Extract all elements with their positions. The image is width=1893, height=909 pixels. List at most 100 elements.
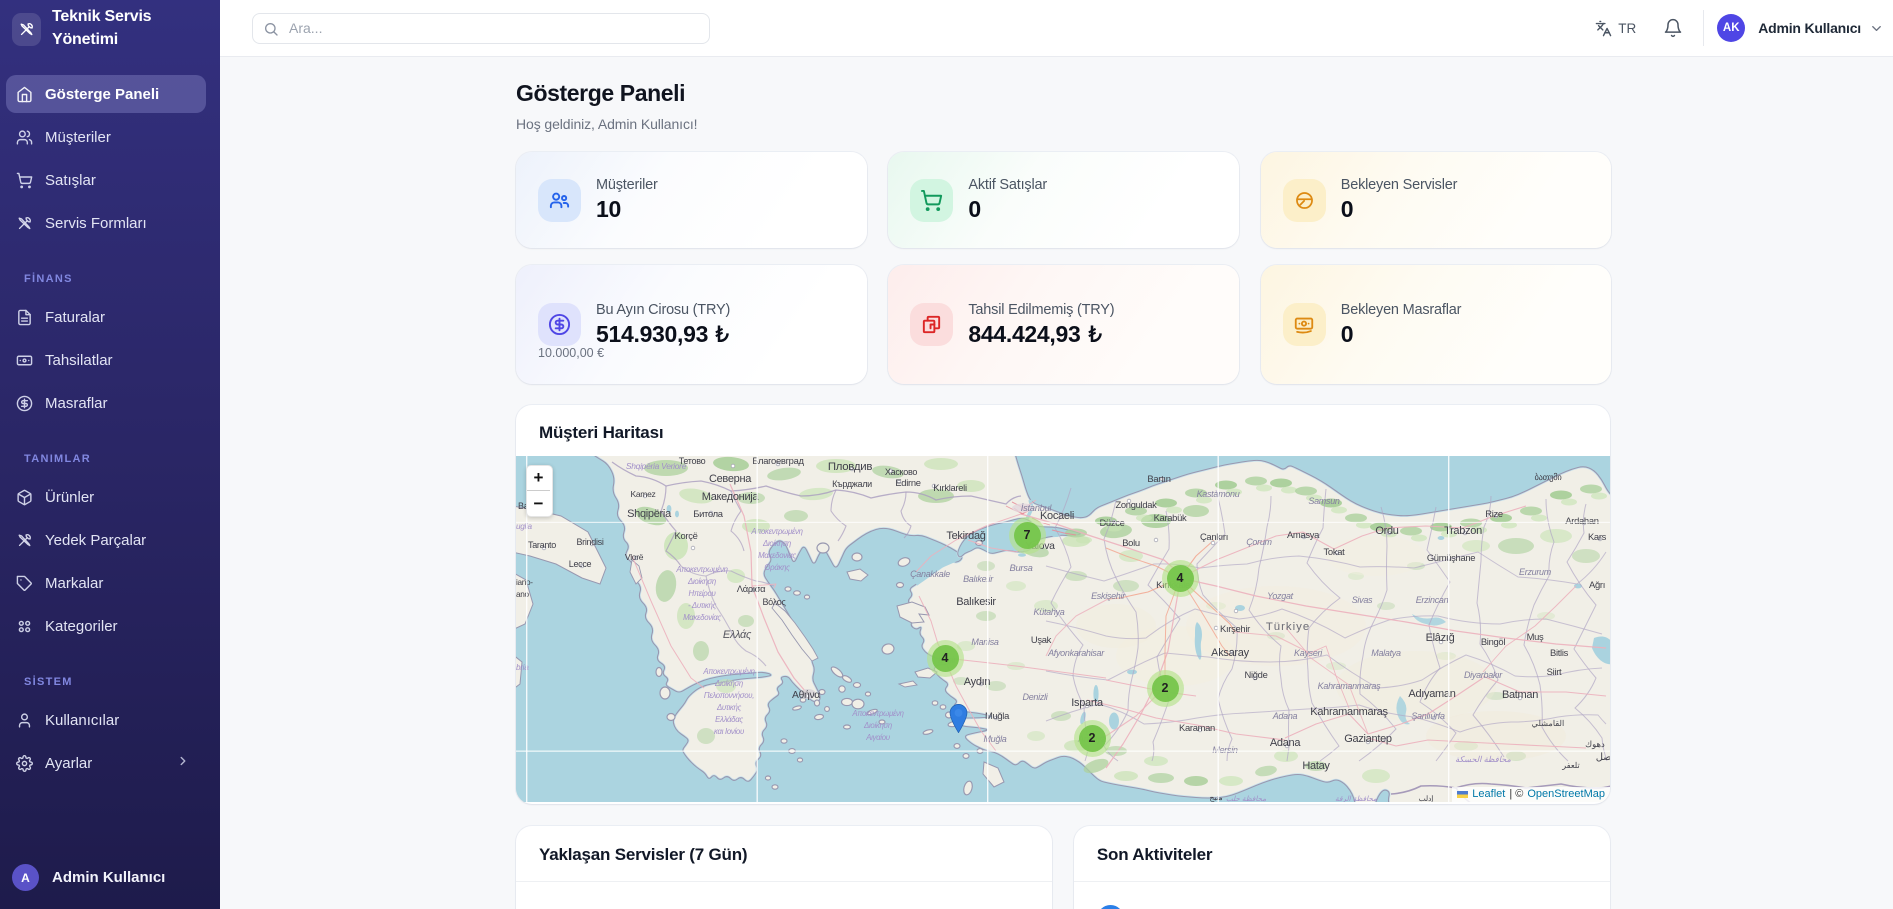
svg-text:Αποκεντρωμένη: Αποκεντρωμένη <box>851 709 903 718</box>
svg-text:Θράκης: Θράκης <box>764 563 790 572</box>
svg-text:Aksaray: Aksaray <box>1211 647 1249 659</box>
svg-text:Aydın: Aydın <box>964 676 991 688</box>
svg-text:Gümüşhane: Gümüşhane <box>1427 552 1475 563</box>
svg-text:Rize: Rize <box>1485 508 1503 519</box>
svg-text:Кърджали: Кърджали <box>832 479 872 489</box>
svg-text:ბათუმი: ბათუმი <box>1534 472 1562 483</box>
svg-text:Διοίκηση: Διοίκηση <box>687 577 716 586</box>
svg-text:Isparta: Isparta <box>1071 697 1104 709</box>
svg-text:Bingöl: Bingöl <box>1481 636 1505 647</box>
svg-text:Gaziantep: Gaziantep <box>1344 733 1392 745</box>
svg-text:Ελλάδας: Ελλάδας <box>715 715 743 724</box>
svg-text:Μακεδονίας: Μακεδονίας <box>683 613 721 622</box>
svg-text:και Ιονίου: και Ιονίου <box>714 727 744 736</box>
svg-text:Mersin: Mersin <box>1212 745 1237 755</box>
svg-text:Shqipëria Veriore: Shqipëria Veriore <box>626 461 687 471</box>
svg-text:Tokat: Tokat <box>1324 546 1346 557</box>
svg-text:Vlorë: Vlorë <box>625 552 644 562</box>
svg-text:Sivas: Sivas <box>1352 595 1373 605</box>
svg-text:Μακεδονίας: Μακεδονίας <box>758 551 796 560</box>
svg-text:Ελλάς: Ελλάς <box>723 629 752 641</box>
svg-text:Trabzon: Trabzon <box>1444 525 1482 537</box>
svg-text:محافظة حلب: محافظة حلب <box>1226 794 1266 802</box>
svg-text:Samsun: Samsun <box>1308 496 1340 506</box>
svg-text:Diyarbakır: Diyarbakır <box>1464 670 1503 680</box>
svg-text:Korçë: Korçë <box>675 530 698 541</box>
svg-text:Kars: Kars <box>1588 531 1607 542</box>
svg-text:Хасково: Хасково <box>885 467 917 477</box>
svg-text:Kamez: Kamez <box>631 489 656 499</box>
svg-text:Muğla: Muğla <box>985 710 1010 721</box>
svg-text:Ordu: Ordu <box>1375 525 1398 537</box>
svg-text:Αθήνα: Αθήνα <box>792 689 820 701</box>
svg-text:دهوك: دهوك <box>1585 739 1605 750</box>
svg-text:Kayseri: Kayseri <box>1294 648 1323 658</box>
svg-text:Elâzığ: Elâzığ <box>1426 632 1455 644</box>
svg-text:Lecce: Lecce <box>569 559 592 569</box>
svg-text:Erzurum: Erzurum <box>1519 567 1552 577</box>
svg-text:Balıkesir: Balıkesir <box>956 596 996 608</box>
svg-text:Kırşehir: Kırşehir <box>1220 623 1250 634</box>
svg-text:Kahramanmaraş: Kahramanmaraş <box>1310 706 1388 718</box>
svg-text:Edirne: Edirne <box>895 477 920 488</box>
svg-text:Bolu: Bolu <box>1122 537 1140 548</box>
svg-text:Amasya: Amasya <box>1287 529 1320 540</box>
svg-text:Muş: Muş <box>1527 631 1544 642</box>
svg-text:محافظة الرقة: محافظة الرقة <box>1335 794 1377 802</box>
svg-text:Manisa: Manisa <box>971 637 999 647</box>
svg-text:Yozgat: Yozgat <box>1267 591 1294 601</box>
svg-text:Пловдив: Пловдив <box>828 461 872 473</box>
svg-text:Batman: Batman <box>1502 689 1538 701</box>
svg-text:Erzincan: Erzincan <box>1416 595 1449 605</box>
svg-text:القامشلي: القامشلي <box>1532 719 1565 728</box>
svg-text:Πελοποννήσου,: Πελοποννήσου, <box>704 691 754 700</box>
svg-text:Çankırı: Çankırı <box>1200 531 1228 542</box>
svg-text:Karabük: Karabük <box>1154 512 1187 523</box>
svg-text:Διοίκηση: Διοίκηση <box>762 539 791 548</box>
svg-text:Niğde: Niğde <box>1245 669 1268 680</box>
svg-text:منبج: منبج <box>1209 793 1222 802</box>
svg-text:Türkiye: Türkiye <box>1266 621 1310 633</box>
svg-text:Uşak: Uşak <box>1031 634 1052 645</box>
svg-text:Çanakkale: Çanakkale <box>910 569 950 579</box>
svg-text:Битола: Битола <box>693 508 724 519</box>
svg-text:uglia: uglia <box>516 522 533 531</box>
svg-text:Αποκεντρωμένη: Αποκεντρωμένη <box>702 667 754 676</box>
svg-text:Тетово: Тетово <box>679 456 706 466</box>
svg-text:Denizli: Denizli <box>1023 692 1049 702</box>
svg-text:Βόλος: Βόλος <box>762 597 786 607</box>
svg-text:Karaman: Karaman <box>1179 722 1215 733</box>
svg-text:Kütahya: Kütahya <box>1034 607 1065 617</box>
svg-text:Αποκεντρωμένη: Αποκεντρωμένη <box>675 565 727 574</box>
svg-text:Hatay: Hatay <box>1302 760 1330 772</box>
svg-text:Северна: Северна <box>709 473 752 485</box>
svg-text:Çorum: Çorum <box>1246 537 1272 547</box>
svg-text:Ağrı: Ağrı <box>1589 579 1605 590</box>
svg-text:Zonguldak: Zonguldak <box>1115 499 1157 510</box>
svg-text:Bartın: Bartın <box>1147 473 1170 484</box>
svg-text:Kocaeli: Kocaeli <box>1040 510 1074 522</box>
svg-text:ano: ano <box>516 590 530 599</box>
svg-text:Kırklareli: Kırklareli <box>933 482 967 493</box>
svg-text:Bitlis: Bitlis <box>1550 647 1569 658</box>
svg-text:محافظة الحسكة: محافظة الحسكة <box>1455 755 1511 764</box>
svg-text:Eskişehir: Eskişehir <box>1091 591 1126 601</box>
svg-text:وصل: وصل <box>1596 752 1610 763</box>
svg-text:Διοίκηση: Διοίκηση <box>863 721 892 730</box>
svg-text:تلعفر: تلعفر <box>1561 761 1580 770</box>
svg-text:Δυτικής: Δυτικής <box>716 703 742 712</box>
svg-text:Brindisi: Brindisi <box>576 537 603 547</box>
svg-text:Shqipëria: Shqipëria <box>627 508 672 520</box>
svg-text:Αποκεντρωμένη: Αποκεντρωμένη <box>750 527 802 536</box>
svg-text:إدلب: إدلب <box>1419 794 1434 802</box>
svg-text:Ηπείρου: Ηπείρου <box>688 589 715 598</box>
svg-text:Taranto: Taranto <box>528 540 556 550</box>
svg-text:Λάρισα: Λάρισα <box>737 583 766 594</box>
svg-text:Благоевград: Благоевград <box>752 456 804 466</box>
svg-text:Balıke.ir: Balıke.ir <box>963 574 994 584</box>
svg-text:Αιγαίου: Αιγαίου <box>865 733 890 742</box>
svg-text:Ardahan: Ardahan <box>1565 515 1598 526</box>
svg-text:Македонија: Македонија <box>702 491 760 503</box>
svg-text:Bursa: Bursa <box>1010 562 1033 573</box>
svg-text:Malatya: Malatya <box>1371 648 1401 658</box>
